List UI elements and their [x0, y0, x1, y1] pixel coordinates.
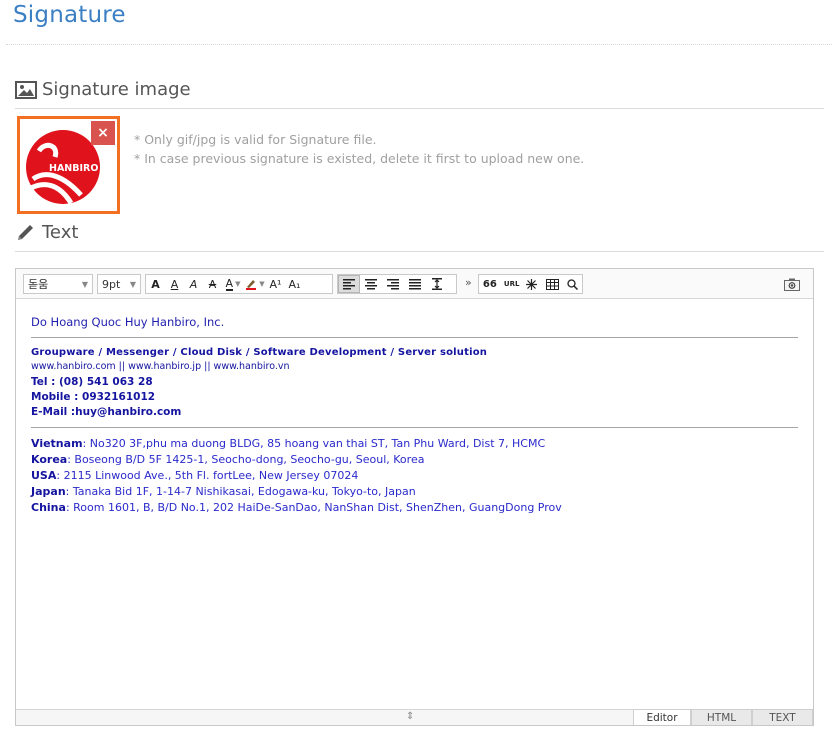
align-left-icon: [343, 278, 355, 289]
align-center-button[interactable]: [360, 275, 382, 293]
subscript-icon: A₁: [288, 277, 301, 291]
search-icon: [567, 278, 579, 290]
hint-line: * In case previous signature is existed,…: [134, 151, 585, 166]
font-color-button[interactable]: A ▼: [222, 275, 244, 293]
insert-group: 66 URL: [478, 274, 583, 294]
resize-handle-icon[interactable]: ⇕: [406, 711, 414, 722]
find-button[interactable]: [563, 275, 582, 293]
subscript-button[interactable]: A₁: [285, 275, 304, 293]
image-icon: [15, 80, 37, 99]
bold-icon: A: [151, 277, 160, 291]
text-format-group: A A A A A ▼ ▼ A¹ A₁: [145, 274, 333, 294]
address-text: : 2115 Linwood Ave., 5th Fl. fortLee, Ne…: [56, 469, 359, 482]
underline-button[interactable]: A: [165, 275, 184, 293]
insert-table-button[interactable]: [541, 275, 563, 293]
section-divider: [15, 108, 824, 109]
address-country: USA: [31, 469, 57, 482]
superscript-button[interactable]: A¹: [266, 275, 285, 293]
alignment-group: [337, 274, 457, 294]
align-center-icon: [365, 278, 377, 289]
upload-hints: * Only gif/jpg is valid for Signature fi…: [134, 130, 584, 168]
align-left-button[interactable]: [338, 275, 360, 293]
align-right-button[interactable]: [382, 275, 404, 293]
editor-statusbar: ⇕ Editor HTML TEXT: [16, 709, 813, 725]
tab-html[interactable]: HTML: [691, 709, 752, 725]
align-justify-icon: [409, 278, 421, 289]
editor-toolbar: 돋움 ▼ 9pt ▼ A A A A A ▼ ▼ A¹ A₁ » 66 URL: [16, 269, 813, 299]
address-country: Korea: [31, 453, 68, 466]
title-divider: [6, 44, 832, 45]
address-country: China: [31, 501, 66, 514]
address-text: : No320 3F,phu ma duong BLDG, 85 hoang v…: [82, 437, 546, 450]
more-tools-toggle[interactable]: »: [465, 276, 472, 289]
hint-line: * Only gif/jpg is valid for Signature fi…: [134, 132, 377, 147]
signature-content[interactable]: Do Hoang Quoc Huy Hanbiro, Inc. Groupwar…: [31, 315, 801, 517]
special-character-icon: [526, 278, 538, 290]
address-line: USA: 2115 Linwood Ave., 5th Fl. fortLee,…: [31, 469, 801, 485]
page-title: Signature: [13, 2, 126, 28]
strikethrough-icon: A: [208, 277, 217, 291]
address-text: : Tanaka Bid 1F, 1-14-7 Nishikasai, Edog…: [65, 485, 416, 498]
signature-tagline: Groupware / Messenger / Cloud Disk / Sof…: [31, 347, 488, 358]
font-family-value: 돋움: [28, 278, 49, 291]
chevron-down-icon: ▼: [129, 279, 136, 289]
section-heading-signature-image: Signature image: [15, 79, 191, 100]
special-character-button[interactable]: [523, 275, 542, 293]
delete-signature-button[interactable]: ×: [91, 121, 115, 145]
address-country: Vietnam: [31, 437, 83, 450]
signature-editor: 돋움 ▼ 9pt ▼ A A A A A ▼ ▼ A¹ A₁ » 66 URL …: [15, 268, 814, 726]
font-size-value: 9pt: [102, 277, 121, 291]
underline-icon: A: [170, 277, 179, 291]
section-heading-label: Text: [42, 222, 79, 243]
blockquote-button[interactable]: 66: [479, 275, 501, 293]
address-line: Korea: Boseong B/D 5F 1425-1, Seocho-don…: [31, 453, 801, 469]
camera-icon: [784, 278, 800, 291]
address-line: Japan: Tanaka Bid 1F, 1-14-7 Nishikasai,…: [31, 485, 801, 501]
table-icon: [545, 278, 559, 290]
section-divider: [15, 251, 824, 252]
align-right-icon: [387, 278, 399, 289]
line-height-icon: [432, 278, 442, 290]
address-country: Japan: [31, 485, 66, 498]
address-line: China: Room 1601, B, B/D No.1, 202 HaiDe…: [31, 501, 801, 517]
font-color-icon: A: [225, 276, 234, 291]
highlighter-icon: [246, 280, 257, 290]
url-icon: URL: [503, 280, 520, 288]
insert-link-button[interactable]: URL: [501, 275, 523, 293]
font-size-select[interactable]: 9pt ▼: [97, 274, 141, 294]
insert-photo-button[interactable]: [783, 275, 801, 293]
align-justify-button[interactable]: [404, 275, 426, 293]
quote-icon: 66: [482, 278, 497, 290]
address-text: : Boseong B/D 5F 1425-1, Seocho-dong, Se…: [67, 453, 425, 466]
signature-divider: [31, 427, 798, 428]
tab-editor[interactable]: Editor: [633, 709, 691, 725]
superscript-icon: A¹: [269, 277, 282, 291]
section-heading-label: Signature image: [42, 79, 191, 100]
italic-icon: A: [189, 277, 198, 291]
font-family-select[interactable]: 돋움 ▼: [23, 274, 93, 294]
bold-button[interactable]: A: [146, 275, 165, 293]
hanbiro-logo: HANBIRO: [26, 130, 100, 205]
strikethrough-button[interactable]: A: [203, 275, 222, 293]
address-line: Vietnam: No320 3F,phu ma duong BLDG, 85 …: [31, 437, 801, 453]
address-text: : Room 1601, B, B/D No.1, 202 HaiDe-SanD…: [65, 501, 562, 514]
pencil-icon: [18, 224, 33, 240]
signature-weblinks: www.hanbiro.com || www.hanbiro.jp || www…: [31, 361, 290, 372]
line-height-button[interactable]: [426, 275, 448, 293]
signature-image-preview[interactable]: HANBIRO ×: [17, 116, 120, 214]
section-heading-text: Text: [15, 222, 78, 243]
signature-divider: [31, 337, 798, 338]
signature-tel: Tel : (08) 541 063 28: [31, 376, 153, 388]
chevron-down-icon: ▼: [81, 279, 88, 289]
logo-text: HANBIRO: [49, 163, 98, 174]
signature-email: E-Mail :huy@hanbiro.com: [31, 406, 182, 418]
italic-button[interactable]: A: [184, 275, 203, 293]
signature-mobile: Mobile : 0932161012: [31, 391, 156, 403]
signature-name-line: Do Hoang Quoc Huy Hanbiro, Inc.: [31, 315, 225, 329]
highlight-button[interactable]: ▼: [244, 275, 266, 293]
tab-text[interactable]: TEXT: [752, 709, 813, 725]
